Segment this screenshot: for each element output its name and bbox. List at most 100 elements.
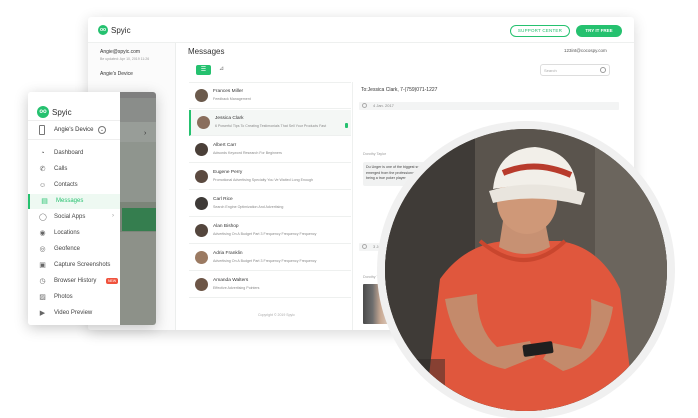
thread-preview: Advertising On A Budget Part 3 Frequency…	[213, 259, 317, 263]
contacts-icon: ☺	[39, 182, 47, 189]
thread-preview: Promotional Advertising Specialty You Ve…	[213, 178, 313, 182]
logo-icon: oo	[98, 25, 108, 35]
avatar	[195, 224, 208, 237]
history-icon: ◷	[39, 278, 46, 285]
logo-icon: oo	[37, 106, 49, 118]
avatar	[195, 143, 208, 156]
collapse-icon	[362, 244, 367, 249]
thread-name: Frances Miller	[213, 89, 244, 94]
location-pin-icon: ◉	[39, 230, 46, 237]
menu-item-calls[interactable]: ✆ Calls	[28, 162, 120, 177]
thread-preview: 6 Powerful Tips To Creating Testimonials…	[215, 124, 327, 128]
support-center-button[interactable]: SUPPORT CENTER	[510, 25, 570, 37]
brand-name: Spyic	[52, 107, 72, 117]
thread-name: Eugene Perry	[213, 170, 243, 175]
thread-item-selected[interactable]: Jessica Clark 6 Powerful Tips To Creatin…	[189, 110, 351, 136]
menu-label: Social Apps	[54, 214, 86, 220]
thread-item[interactable]: Adria Franklin Advertising On A Budget P…	[189, 245, 351, 271]
date-divider[interactable]: 4 Jan. 2017	[359, 102, 619, 110]
avatar	[195, 89, 208, 102]
dashboard-icon: ◔	[40, 150, 45, 157]
avatar	[195, 278, 208, 291]
thread-name: Alan Bishop	[213, 224, 239, 229]
menu-label: Video Preview	[54, 310, 93, 316]
mobile-dashboard: oo Spyic Angie's Device ⌄ ◔ Dashboard ✆ …	[28, 92, 156, 325]
menu-item-social-apps[interactable]: ◯ Social Apps ›	[28, 210, 120, 225]
thread-preview: Feedback Management	[213, 97, 251, 101]
thread-name: Albert Carr	[213, 143, 237, 148]
unread-indicator	[345, 123, 348, 128]
video-icon: ▶	[39, 310, 46, 317]
chevron-down-icon: ⌄	[98, 126, 106, 134]
menu-label: Geofence	[54, 246, 81, 252]
brand-logo[interactable]: oo Spyic	[37, 106, 72, 118]
menu-item-messages[interactable]: ▤ Messages	[28, 194, 120, 209]
thread-item[interactable]: Eugene Perry Promotional Advertising Spe…	[189, 164, 351, 190]
photo-icon: ▨	[39, 294, 46, 301]
menu-label: Messages	[56, 198, 84, 204]
menu-item-locations[interactable]: ◉ Locations	[28, 226, 120, 241]
avatar	[195, 170, 208, 183]
brand-name: Spyic	[111, 25, 131, 35]
chevron-right-icon: ›	[112, 213, 114, 219]
top-bar: oo Spyic SUPPORT CENTER TRY IT FREE	[88, 17, 634, 43]
device-selector[interactable]: Angie's Device ⌄	[28, 120, 120, 140]
thread-name: Carl Rice	[213, 197, 233, 202]
last-updated: Be updated: Apr 10, 2019 11:26	[100, 57, 150, 61]
thread-item[interactable]: Amanda Walters Effective Advertising Poi…	[189, 272, 351, 298]
geofence-icon: ◎	[39, 246, 46, 253]
device-name: Angie's Device	[54, 127, 94, 133]
thread-preview: Advertising On A Budget Part 3 Frequency…	[213, 232, 317, 236]
avatar	[195, 251, 208, 264]
menu-label: Dashboard	[54, 150, 84, 156]
menu-label: Contacts	[54, 182, 78, 188]
thread-name: Amanda Walters	[213, 278, 249, 283]
date-label: 4 Jan. 2017	[373, 103, 394, 108]
menu-item-capture-screenshots[interactable]: ▣ Capture Screenshots	[28, 258, 120, 273]
thread-item[interactable]: Frances Miller Feedback Management	[189, 83, 351, 109]
menu-label: Capture Screenshots	[54, 262, 111, 268]
chart-view-icon[interactable]: ⊿	[214, 65, 229, 75]
search-placeholder: Search	[544, 68, 557, 73]
chevron-right-icon[interactable]: ›	[144, 130, 146, 137]
try-it-free-button[interactable]: TRY IT FREE	[576, 25, 622, 37]
menu-item-dashboard[interactable]: ◔ Dashboard	[28, 146, 120, 161]
person-photo	[385, 129, 667, 411]
search-icon	[600, 67, 606, 73]
map-highlight	[122, 208, 156, 231]
brand-logo[interactable]: oo Spyic	[98, 25, 131, 35]
user-email-dropdown[interactable]: 123int@cocospy.com	[564, 48, 607, 53]
thread-name: Jessica Clark	[215, 116, 244, 121]
thread-name: Adria Franklin	[213, 251, 243, 256]
menu-item-geofence[interactable]: ◎ Geofence	[28, 242, 120, 257]
message-thread-list: Frances Miller Feedback Management Jessi…	[189, 82, 451, 307]
menu-item-photos[interactable]: ▨ Photos	[28, 290, 120, 305]
menu-label: Calls	[54, 166, 68, 172]
thread-preview: Search Engine Optimization And Advertisi…	[213, 205, 284, 209]
phone-call-icon: ✆	[39, 166, 46, 173]
menu-item-browser-history[interactable]: ◷ Browser History NEW	[28, 274, 120, 289]
collapse-icon	[362, 103, 367, 108]
conversation-recipient: To:Jessica Clark, 7-(759)071-1227	[361, 87, 438, 93]
search-input[interactable]: Search	[540, 64, 610, 76]
phone-icon	[39, 125, 45, 135]
menu-label: Browser History	[54, 278, 97, 284]
device-name[interactable]: Angie's Device	[100, 71, 133, 77]
thread-preview: Adwords Keyword Research For Beginners	[213, 151, 282, 155]
menu-item-contacts[interactable]: ☺ Contacts	[28, 178, 120, 193]
avatar	[197, 116, 210, 129]
thread-item[interactable]: Alan Bishop Advertising On A Budget Part…	[189, 218, 351, 244]
thread-item[interactable]: Carl Rice Search Engine Optimization And…	[189, 191, 351, 217]
message-icon: ▤	[41, 198, 48, 205]
message-sender: Dorothy Taylor	[363, 152, 387, 156]
page-title: Messages	[188, 47, 225, 56]
list-view-icon[interactable]: ☰	[196, 65, 211, 75]
menu-label: Photos	[54, 294, 73, 300]
map-preview: ›	[120, 92, 156, 325]
menu-item-video-preview[interactable]: ▶ Video Preview	[28, 306, 120, 321]
person-illustration	[385, 129, 667, 411]
thread-item[interactable]: Albert Carr Adwords Keyword Research For…	[189, 137, 351, 163]
mobile-sidebar: oo Spyic Angie's Device ⌄ ◔ Dashboard ✆ …	[28, 92, 120, 325]
thread-preview: Effective Advertising Pointers	[213, 286, 260, 290]
avatar	[195, 197, 208, 210]
